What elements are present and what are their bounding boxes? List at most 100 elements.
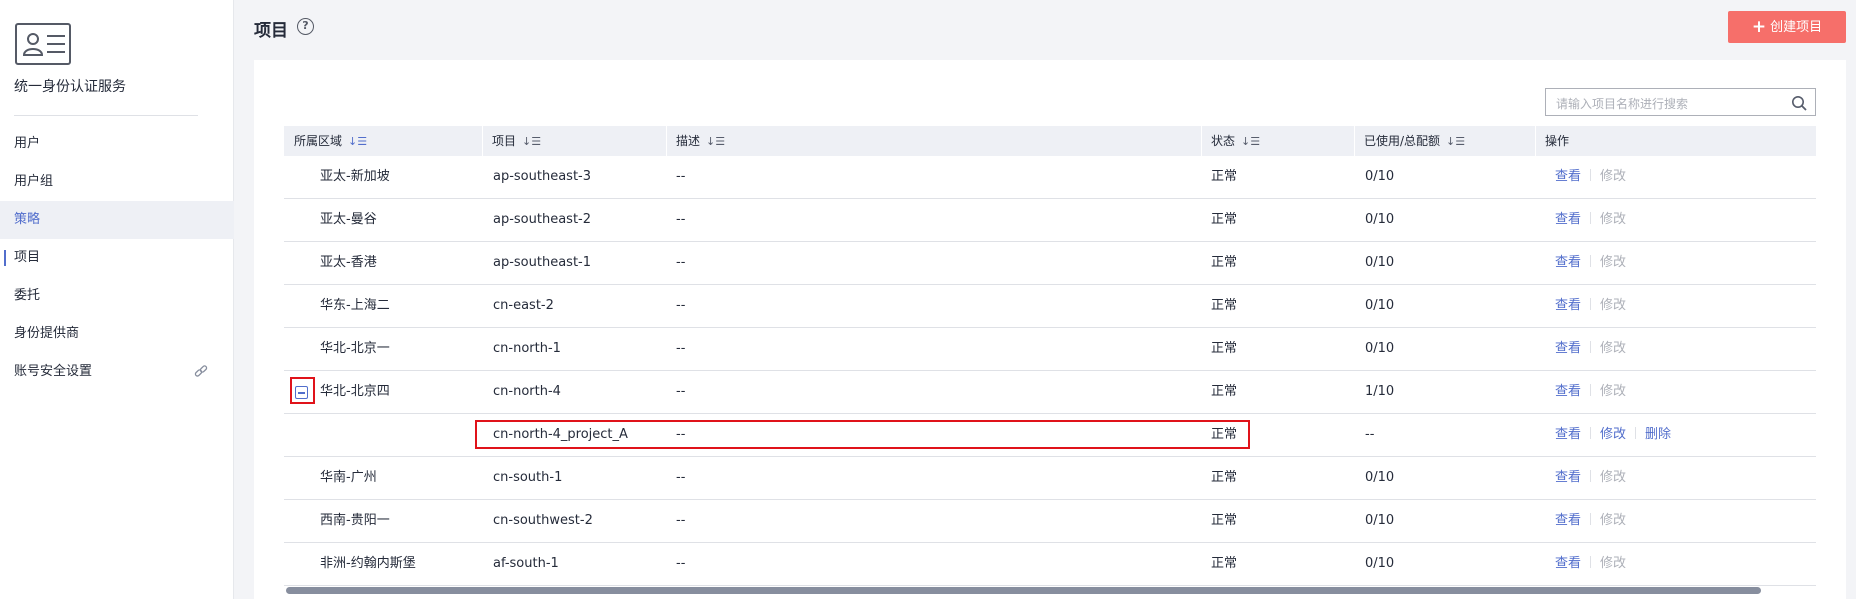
sort-icon[interactable]: ↓☰ bbox=[522, 127, 541, 157]
search-icon[interactable] bbox=[1791, 95, 1807, 111]
table-row: 华北-北京四 cn-north-4 -- 正常 1/10 查看 修改 bbox=[284, 371, 1816, 414]
cell-actions: 查看 修改 删除 bbox=[1555, 414, 1671, 456]
cell-project: af-south-1 bbox=[493, 556, 559, 571]
sidebar-item-user-groups[interactable]: 用户组 bbox=[0, 163, 234, 201]
cell-region: 亚太-曼谷 bbox=[320, 212, 377, 227]
cell-status: 正常 bbox=[1211, 298, 1238, 313]
sidebar-item-projects[interactable]: 项目 bbox=[0, 239, 234, 277]
cell-region: 华东-上海二 bbox=[320, 298, 390, 313]
modify-link: 修改 bbox=[1600, 384, 1627, 399]
cell-actions: 查看 修改 bbox=[1555, 500, 1626, 542]
sidebar-item-identity-providers[interactable]: 身份提供商 bbox=[0, 315, 234, 353]
cell-status: 正常 bbox=[1211, 384, 1238, 399]
modify-link: 修改 bbox=[1600, 556, 1627, 571]
delete-link[interactable]: 删除 bbox=[1645, 427, 1671, 442]
question-circle-icon[interactable]: ? bbox=[297, 18, 314, 35]
cell-status: 正常 bbox=[1211, 556, 1238, 571]
cell-quota: 0/10 bbox=[1365, 341, 1395, 356]
column-header-quota[interactable]: 已使用/总配额 ↓☰ bbox=[1354, 126, 1465, 156]
view-link[interactable]: 查看 bbox=[1555, 427, 1581, 442]
cell-status: 正常 bbox=[1211, 255, 1238, 270]
projects-table: 所属区域 ↓☰ 项目 ↓☰ 描述 ↓☰ 状态 ↓☰ 已使用/总配额 ↓☰ 操作 亚太-新加… bbox=[284, 126, 1816, 586]
cell-quota: 0/10 bbox=[1365, 470, 1395, 485]
sidebar-item-security-settings[interactable]: 账号安全设置 bbox=[0, 353, 234, 391]
sidebar-divider bbox=[14, 115, 198, 116]
cell-actions: 查看 修改 bbox=[1555, 328, 1626, 370]
view-link[interactable]: 查看 bbox=[1555, 255, 1581, 270]
view-link[interactable]: 查看 bbox=[1555, 341, 1581, 356]
cell-status: 正常 bbox=[1211, 212, 1238, 227]
column-header-status[interactable]: 状态 ↓☰ bbox=[1201, 126, 1260, 156]
cell-region: 华北-北京四 bbox=[320, 384, 390, 399]
highlight-subproject-box bbox=[475, 420, 1250, 449]
cell-quota: 1/10 bbox=[1365, 384, 1395, 399]
table-row: 华南-广州 cn-south-1 -- 正常 0/10 查看 修改 bbox=[284, 457, 1816, 500]
cell-actions: 查看 修改 bbox=[1555, 457, 1626, 499]
sort-icon[interactable]: ↓☰ bbox=[348, 127, 367, 157]
sidebar-item-policies[interactable]: 策略 bbox=[0, 201, 234, 239]
table-row: 华东-上海二 cn-east-2 -- 正常 0/10 查看 修改 bbox=[284, 285, 1816, 328]
table-row: 亚太-曼谷 ap-southeast-2 -- 正常 0/10 查看 修改 bbox=[284, 199, 1816, 242]
sort-icon[interactable]: ↓☰ bbox=[706, 127, 725, 157]
cell-actions: 查看 修改 bbox=[1555, 285, 1626, 327]
view-link[interactable]: 查看 bbox=[1555, 513, 1581, 528]
column-header-project[interactable]: 项目 ↓☰ bbox=[482, 126, 541, 156]
column-header-description[interactable]: 描述 ↓☰ bbox=[666, 126, 725, 156]
modify-link: 修改 bbox=[1600, 212, 1627, 227]
cell-description: -- bbox=[676, 298, 686, 313]
cell-project: ap-southeast-3 bbox=[493, 169, 592, 184]
cell-project: ap-southeast-1 bbox=[493, 255, 592, 270]
cell-region: 非洲-约翰内斯堡 bbox=[320, 556, 416, 571]
table-row: 西南-贵阳一 cn-southwest-2 -- 正常 0/10 查看 修改 bbox=[284, 500, 1816, 543]
cell-quota: 0/10 bbox=[1365, 298, 1395, 313]
table-row: 非洲-约翰内斯堡 af-south-1 -- 正常 0/10 查看 修改 bbox=[284, 543, 1816, 586]
column-header-region[interactable]: 所属区域 ↓☰ bbox=[284, 126, 367, 156]
view-link[interactable]: 查看 bbox=[1555, 556, 1581, 571]
horizontal-scrollbar[interactable] bbox=[286, 587, 1816, 595]
cell-quota: 0/10 bbox=[1365, 513, 1395, 528]
search-input[interactable]: 请输入项目名称进行搜索 bbox=[1545, 88, 1816, 116]
view-link[interactable]: 查看 bbox=[1555, 212, 1581, 227]
sidebar-nav: 用户 用户组 策略 项目 委托 身份提供商 账号安全设置 bbox=[0, 125, 234, 391]
cell-status: 正常 bbox=[1211, 470, 1238, 485]
cell-project: cn-north-1 bbox=[493, 341, 561, 356]
cell-region: 亚太-香港 bbox=[320, 255, 377, 270]
plus-icon: + bbox=[1751, 17, 1767, 37]
cell-region: 西南-贵阳一 bbox=[320, 513, 390, 528]
view-link[interactable]: 查看 bbox=[1555, 298, 1581, 313]
search-placeholder: 请输入项目名称进行搜索 bbox=[1556, 97, 1689, 111]
view-link[interactable]: 查看 bbox=[1555, 384, 1581, 399]
cell-quota: -- bbox=[1365, 427, 1375, 442]
cell-project: cn-north-4 bbox=[493, 384, 561, 399]
cell-project: cn-southwest-2 bbox=[493, 513, 593, 528]
cell-description: -- bbox=[676, 556, 686, 571]
cell-actions: 查看 修改 bbox=[1555, 156, 1626, 198]
cell-quota: 0/10 bbox=[1365, 255, 1395, 270]
modify-link[interactable]: 修改 bbox=[1600, 427, 1626, 442]
sidebar: 统一身份认证服务 用户 用户组 策略 项目 委托 身份提供商 账号安全设置 bbox=[0, 0, 234, 599]
sidebar-item-users[interactable]: 用户 bbox=[0, 125, 234, 163]
cell-actions: 查看 修改 bbox=[1555, 543, 1626, 585]
sort-icon[interactable]: ↓☰ bbox=[1446, 127, 1465, 157]
cell-region: 亚太-新加坡 bbox=[320, 169, 390, 184]
table-header: 所属区域 ↓☰ 项目 ↓☰ 描述 ↓☰ 状态 ↓☰ 已使用/总配额 ↓☰ 操作 bbox=[284, 126, 1816, 156]
scrollbar-thumb[interactable] bbox=[286, 587, 1761, 594]
modify-link: 修改 bbox=[1600, 470, 1627, 485]
cell-quota: 0/10 bbox=[1365, 556, 1395, 571]
table-row: 亚太-新加坡 ap-southeast-3 -- 正常 0/10 查看 修改 bbox=[284, 156, 1816, 199]
cell-region: 华北-北京一 bbox=[320, 341, 390, 356]
cell-description: -- bbox=[676, 169, 686, 184]
cell-status: 正常 bbox=[1211, 341, 1238, 356]
highlight-collapse-box bbox=[290, 377, 315, 404]
page-title: 项目 bbox=[254, 21, 288, 41]
modify-link: 修改 bbox=[1600, 341, 1627, 356]
cell-status: 正常 bbox=[1211, 169, 1238, 184]
sidebar-item-agencies[interactable]: 委托 bbox=[0, 277, 234, 315]
view-link[interactable]: 查看 bbox=[1555, 169, 1581, 184]
sort-icon[interactable]: ↓☰ bbox=[1241, 127, 1260, 157]
create-project-button[interactable]: + 创建项目 bbox=[1728, 11, 1846, 43]
view-link[interactable]: 查看 bbox=[1555, 470, 1581, 485]
service-title: 统一身份认证服务 bbox=[14, 79, 126, 95]
cell-actions: 查看 修改 bbox=[1555, 242, 1626, 284]
table-row: 华北-北京一 cn-north-1 -- 正常 0/10 查看 修改 bbox=[284, 328, 1816, 371]
